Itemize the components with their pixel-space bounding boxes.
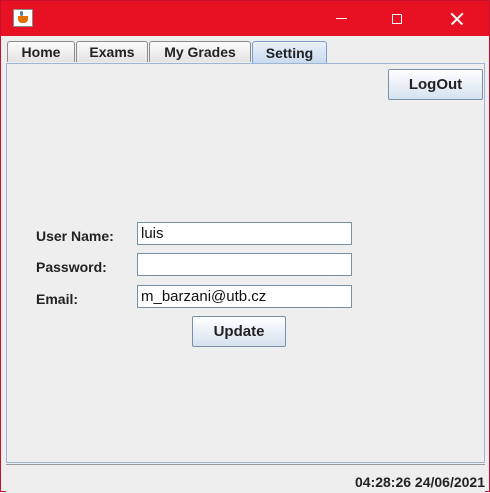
logout-button[interactable]: LogOut	[388, 69, 483, 100]
title-bar[interactable]	[1, 1, 489, 36]
status-bar: 04:28:26 24/06/2021	[6, 464, 485, 493]
close-button[interactable]	[429, 1, 485, 36]
tab-home[interactable]: Home	[7, 41, 75, 62]
email-label: Email:	[36, 291, 79, 307]
username-field[interactable]: luis	[137, 222, 352, 245]
password-label: Password:	[36, 259, 107, 275]
tab-exams[interactable]: Exams	[76, 41, 148, 62]
email-field[interactable]: m_barzani@utb.cz	[137, 285, 352, 308]
clock-label: 04:28:26 24/06/2021	[355, 474, 485, 490]
settings-panel: LogOut User Name: luis Password: Email: …	[6, 63, 485, 463]
tab-setting[interactable]: Setting	[252, 41, 327, 63]
password-field[interactable]	[137, 253, 352, 276]
username-label: User Name:	[36, 228, 114, 244]
java-app-icon	[13, 9, 33, 27]
minimize-button[interactable]	[313, 1, 369, 36]
maximize-button[interactable]	[369, 1, 425, 36]
tab-my-grades[interactable]: My Grades	[149, 41, 251, 62]
minimize-icon	[335, 18, 347, 19]
app-window: Home Exams My Grades Setting LogOut User…	[0, 0, 490, 493]
maximize-icon	[392, 13, 402, 24]
close-icon	[450, 12, 464, 26]
update-button[interactable]: Update	[192, 316, 286, 347]
